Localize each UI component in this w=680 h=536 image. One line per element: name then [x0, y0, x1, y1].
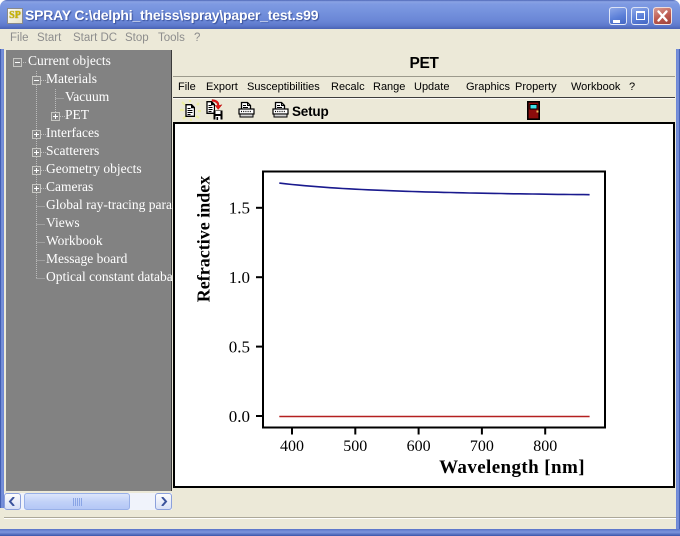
svg-text:0.0: 0.0 [229, 407, 250, 426]
svg-text:800: 800 [533, 438, 557, 455]
svg-text:1.0: 1.0 [229, 268, 250, 287]
svg-text:600: 600 [407, 438, 431, 455]
svg-text:700: 700 [470, 438, 494, 455]
svg-text:Wavelength [nm]: Wavelength [nm] [439, 457, 585, 478]
svg-text:0.5: 0.5 [229, 337, 250, 356]
svg-text:1.5: 1.5 [229, 199, 250, 218]
svg-text:Refractive index: Refractive index [194, 176, 214, 302]
svg-text:500: 500 [343, 438, 367, 455]
svg-text:400: 400 [280, 438, 304, 455]
